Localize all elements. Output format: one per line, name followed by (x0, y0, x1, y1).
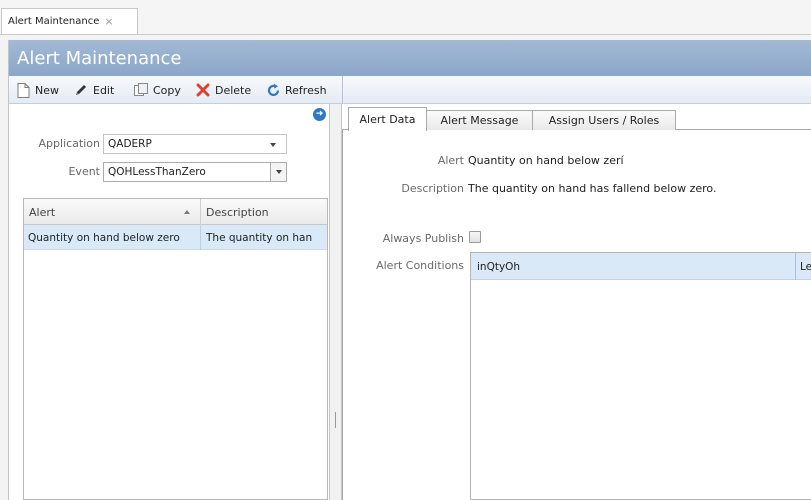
new-label: New (35, 83, 59, 97)
copy-label: Copy (153, 83, 181, 97)
alert-grid-header: Alert Description (24, 199, 327, 225)
alert-conditions-grid: inQtyOh Le (470, 252, 811, 500)
tab-assign-users-roles[interactable]: Assign Users / Roles (532, 110, 676, 130)
new-button[interactable]: New (15, 80, 59, 100)
tab-strip-divider (0, 34, 811, 35)
alert-data-content: Alert Quantity on hand below zerí Descri… (342, 130, 811, 500)
collapse-arrow-icon[interactable]: ➜ (313, 108, 326, 121)
alert-detail-panel: Alert Data Alert Message Assign Users / … (342, 104, 811, 500)
refresh-button[interactable]: Refresh (265, 80, 327, 100)
edit-pencil-icon (73, 82, 89, 98)
alert-grid: Alert Description Quantity on hand below… (23, 198, 328, 500)
table-row[interactable]: Quantity on hand below zero The quantity… (24, 225, 327, 250)
event-label: Event (68, 165, 100, 178)
condition-operator-cell: Le (800, 260, 811, 273)
column-header-alert[interactable]: Alert (24, 199, 201, 225)
document-tab-label: Alert Maintenance (8, 16, 100, 27)
new-document-icon (15, 82, 31, 98)
application-select[interactable]: QADERP (103, 134, 287, 154)
column-header-description[interactable]: Description (201, 199, 327, 225)
always-publish-label: Always Publish (382, 232, 464, 245)
splitter-grip[interactable] (335, 412, 336, 428)
chevron-down-icon (276, 170, 282, 174)
alert-maintenance-window: Alert Maintenance New Edit Copy Delete R… (8, 40, 811, 500)
tab-alert-data[interactable]: Alert Data (348, 107, 427, 131)
copy-icon (133, 82, 149, 98)
dropdown-button[interactable] (270, 163, 286, 181)
description-value: The quantity on hand has fallend below z… (468, 182, 717, 195)
toolbar-separator (342, 76, 343, 104)
delete-x-icon (195, 82, 211, 98)
edit-button[interactable]: Edit (73, 80, 114, 100)
event-value: QOHLessThanZero (108, 166, 206, 178)
refresh-label: Refresh (285, 83, 327, 97)
panel-splitter[interactable] (330, 104, 342, 500)
description-cell: The quantity on han (206, 231, 313, 244)
conditions-header-row[interactable]: inQtyOh Le (471, 253, 811, 280)
cell-divider (200, 225, 201, 250)
application-label: Application (38, 137, 100, 150)
document-tab-alert-maintenance[interactable]: Alert Maintenance × (1, 8, 138, 34)
description-label: Description (401, 182, 464, 195)
close-icon[interactable]: × (104, 15, 113, 28)
application-value: QADERP (108, 138, 152, 150)
alert-value: Quantity on hand below zerí (468, 154, 624, 167)
chevron-down-icon (270, 143, 276, 147)
refresh-icon (265, 82, 281, 98)
alert-conditions-label: Alert Conditions (376, 259, 464, 272)
always-publish-checkbox[interactable] (469, 231, 481, 243)
alert-list-panel: ➜ Application QADERP Event QOHLessThanZe… (9, 104, 330, 500)
condition-field-cell: inQtyOh (477, 260, 521, 273)
edit-label: Edit (93, 83, 115, 97)
copy-button[interactable]: Copy (133, 80, 181, 100)
alert-label: Alert (437, 154, 464, 167)
page-title: Alert Maintenance (9, 40, 811, 76)
tab-alert-message[interactable]: Alert Message (426, 110, 533, 130)
toolbar: New Edit Copy Delete Refresh (9, 76, 811, 104)
delete-button[interactable]: Delete (195, 80, 251, 100)
delete-label: Delete (215, 83, 252, 97)
alert-cell: Quantity on hand below zero (28, 231, 180, 244)
event-select[interactable]: QOHLessThanZero (103, 162, 287, 182)
sort-ascending-icon (184, 210, 190, 214)
tab-strip: Alert Data Alert Message Assign Users / … (342, 104, 811, 131)
